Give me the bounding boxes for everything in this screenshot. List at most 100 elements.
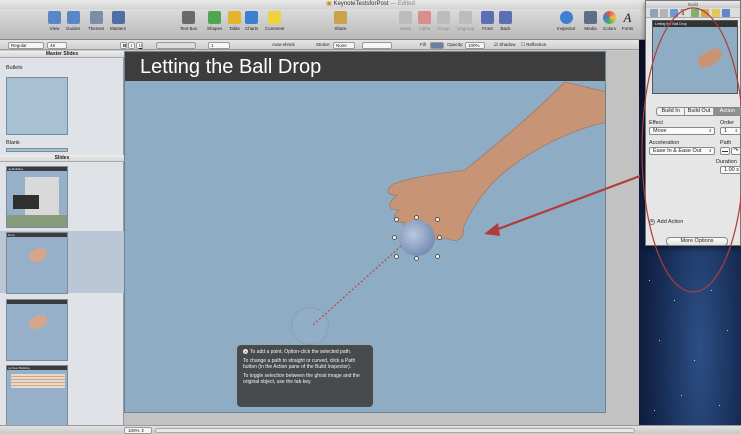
group-button[interactable]: Group xyxy=(437,11,450,31)
selection-handle[interactable] xyxy=(435,254,440,259)
path-label: Path xyxy=(720,140,732,146)
window-title: KeynoteTestsforPost xyxy=(333,1,389,7)
italic-button[interactable]: I xyxy=(128,41,135,49)
add-action-button[interactable]: + Add Action xyxy=(649,219,683,225)
comment-button[interactable]: Comment xyxy=(265,11,285,31)
shadow-checkbox[interactable]: ☑ Shadow xyxy=(494,42,516,48)
close-icon[interactable]: × xyxy=(243,349,248,355)
more-options-button[interactable]: More Options xyxy=(666,237,728,246)
path-help-tooltip: × To add a point, Option-click the select… xyxy=(237,345,373,407)
chart-inspector-icon[interactable] xyxy=(722,9,731,17)
hand-thumbnail xyxy=(27,245,49,265)
master-thumb-blank[interactable] xyxy=(6,148,68,152)
curved-path-button[interactable]: ↷ xyxy=(731,147,741,155)
horizontal-scrollbar[interactable] xyxy=(155,428,635,433)
order-select[interactable]: 1 ⇕ xyxy=(720,127,741,135)
group-icon xyxy=(437,11,450,24)
stroke-width-select[interactable] xyxy=(362,41,392,49)
order-label: Order xyxy=(720,120,735,126)
chevron-updown-icon: ⇕ xyxy=(708,128,712,133)
table-icon xyxy=(228,11,241,24)
add-action-label: Add Action xyxy=(657,219,684,225)
ungroup-button[interactable]: Ungroup xyxy=(457,11,474,31)
colors-button[interactable]: Colors xyxy=(603,11,616,31)
straight-path-button[interactable] xyxy=(720,147,730,155)
textbox-icon xyxy=(182,11,196,24)
tab-build-out[interactable]: Build Out xyxy=(685,108,714,115)
build-segmented-control[interactable]: Build In Build Out Action xyxy=(656,107,741,116)
build-inspector: Build T Letting the Ball Drop Build In B… xyxy=(645,0,741,246)
graphic-inspector-icon[interactable] xyxy=(691,9,700,17)
alignment-buttons[interactable] xyxy=(156,41,196,49)
textbox-button[interactable]: Text Box xyxy=(180,11,197,31)
fonts-button[interactable]: A Fonts xyxy=(621,11,634,31)
mask-icon xyxy=(399,11,412,24)
document-inspector-icon[interactable] xyxy=(649,9,658,17)
alpha-button[interactable]: Alpha xyxy=(418,11,431,31)
plus-icon: + xyxy=(649,219,655,225)
line-spacing-select[interactable]: 1 xyxy=(208,41,230,49)
slide-inspector-icon[interactable] xyxy=(659,9,668,17)
master-thumb-bullets[interactable] xyxy=(6,77,68,135)
slide-thumb-title: ng Building xyxy=(7,167,67,171)
selection-handle[interactable] xyxy=(435,217,440,222)
media-icon xyxy=(584,11,597,24)
star xyxy=(711,290,712,291)
reflection-checkbox[interactable]: ☐ Reflection xyxy=(521,42,546,48)
tab-build-in[interactable]: Build In xyxy=(657,108,686,115)
metrics-inspector-icon[interactable] xyxy=(701,9,710,17)
font-size-field[interactable]: 48 xyxy=(47,41,67,49)
curve-icon: ↷ xyxy=(733,148,739,154)
build-inspector-icon[interactable] xyxy=(670,9,679,17)
tooltip-line-1: To add a point, Option-click the selecte… xyxy=(250,349,352,355)
autoshrink-checkbox[interactable]: Auto-shrink xyxy=(272,42,295,47)
slide-thumb-3[interactable] xyxy=(6,299,68,361)
ball-object[interactable] xyxy=(399,220,435,256)
mask-button[interactable]: Mask xyxy=(399,11,412,31)
tab-action[interactable]: Action xyxy=(713,108,741,115)
build-preview: Letting the Ball Drop xyxy=(652,20,738,94)
masters-button[interactable]: Masters xyxy=(110,11,126,31)
underline-button[interactable]: U xyxy=(136,41,143,49)
selection-handle[interactable] xyxy=(394,217,399,222)
slide-thumb-4[interactable]: ng New Building xyxy=(6,365,68,427)
effect-select[interactable]: Move ⇕ xyxy=(649,127,715,135)
slide[interactable]: Letting the Ball Drop × To add a point, O… xyxy=(124,51,606,413)
front-button[interactable]: Front xyxy=(481,11,494,31)
selection-handle[interactable] xyxy=(414,256,419,261)
media-button[interactable]: Media xyxy=(584,11,597,31)
font-style-select[interactable]: Regular xyxy=(8,41,44,49)
table-button[interactable]: Table xyxy=(228,11,241,31)
opacity-field[interactable]: 100% xyxy=(465,41,485,49)
view-icon xyxy=(48,11,61,24)
selection-handle[interactable] xyxy=(414,215,419,220)
share-button[interactable]: Share xyxy=(334,11,347,31)
view-button[interactable]: View xyxy=(48,11,61,31)
masters-icon xyxy=(111,11,125,24)
selection-handle[interactable] xyxy=(437,235,442,240)
themes-button[interactable]: Themes xyxy=(88,11,104,31)
fill-color-well[interactable] xyxy=(430,41,444,49)
table-thumbnail xyxy=(11,374,65,388)
selection-handle[interactable] xyxy=(394,254,399,259)
bold-button[interactable]: B xyxy=(120,41,127,49)
master-slides-header: Master Slides xyxy=(0,51,124,58)
text-inspector-icon[interactable]: T xyxy=(681,9,689,17)
selection-handle[interactable] xyxy=(392,235,397,240)
table-inspector-icon[interactable] xyxy=(711,9,720,17)
charts-button[interactable]: Charts xyxy=(245,11,258,31)
back-button[interactable]: Back xyxy=(499,11,512,31)
ungroup-icon xyxy=(459,11,473,24)
edited-indicator: — Edited xyxy=(390,1,415,7)
stroke-select[interactable]: None xyxy=(333,41,355,49)
guides-button[interactable]: Guides xyxy=(66,11,80,31)
acceleration-label: Acceleration xyxy=(649,140,680,146)
zoom-select[interactable]: 100% ⇕ xyxy=(124,427,152,434)
inspector-button[interactable]: Inspector xyxy=(557,11,576,31)
slide-thumb-1[interactable]: ng Building xyxy=(6,166,68,228)
acceleration-select[interactable]: Ease In & Ease Out ⇕ xyxy=(649,147,715,155)
slide-thumb-2[interactable]: Drop xyxy=(6,232,68,294)
shapes-button[interactable]: Shapes xyxy=(207,11,222,31)
inspector-icon xyxy=(559,11,573,24)
duration-field[interactable]: 1.00 s xyxy=(720,166,741,174)
